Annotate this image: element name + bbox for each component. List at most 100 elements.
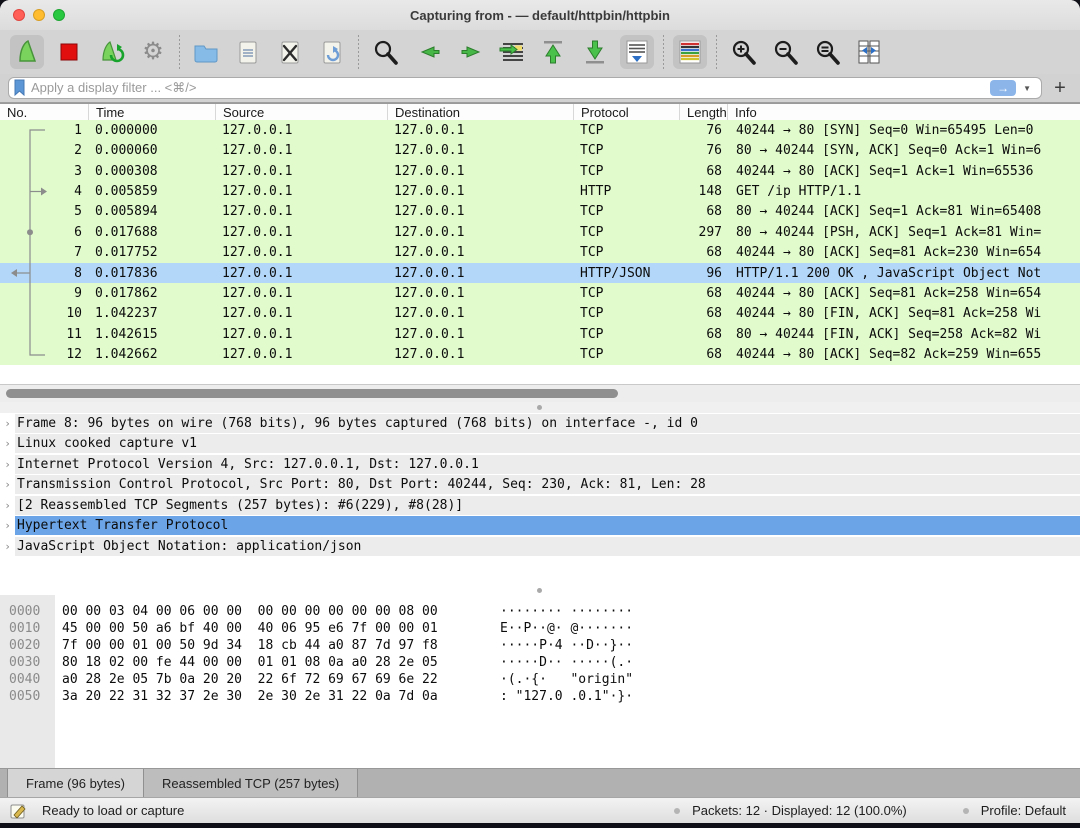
packet-cell-proto: TCP [573,143,679,158]
expand-chevron-icon[interactable]: › [0,417,15,430]
packet-row[interactable]: 60.017688127.0.0.1127.0.0.1TCP29780 → 40… [0,222,1080,242]
packet-row[interactable]: 111.042615127.0.0.1127.0.0.1TCP6880 → 40… [0,324,1080,344]
detail-row[interactable]: ›Frame 8: 96 bytes on wire (768 bits), 9… [0,413,1080,434]
capture-options-icon[interactable]: ⚙ [136,35,170,69]
detail-row[interactable]: ›[2 Reassembled TCP Segments (257 bytes)… [0,495,1080,516]
packet-row[interactable]: 121.042662127.0.0.1127.0.0.1TCP6840244 →… [0,344,1080,364]
apply-filter-button[interactable]: → [990,80,1016,96]
detail-row[interactable]: ›Hypertext Transfer Protocol [0,516,1080,537]
packet-row[interactable]: 30.000308127.0.0.1127.0.0.1TCP6840244 → … [0,161,1080,181]
packet-row[interactable]: 20.000060127.0.0.1127.0.0.1TCP7680 → 402… [0,140,1080,160]
find-packet-icon[interactable] [368,35,402,69]
byte-view-tab[interactable]: Frame (96 bytes) [7,769,144,797]
hex-line[interactable]: 00503a 20 22 31 32 37 2e 30 2e 30 2e 31 … [0,688,1080,705]
zoom-out-icon[interactable] [768,35,802,69]
byte-view-tab[interactable]: Reassembled TCP (257 bytes) [144,769,358,797]
start-capture-icon[interactable] [10,35,44,69]
go-previous-packet-icon[interactable] [410,35,444,69]
detail-row[interactable]: ›JavaScript Object Notation: application… [0,536,1080,557]
packet-cell-dst: 127.0.0.1 [387,143,573,158]
expand-chevron-icon[interactable]: › [0,458,15,471]
packet-cell-src: 127.0.0.1 [215,306,387,321]
status-bar: Ready to load or capture Packets: 12 · D… [0,797,1080,823]
column-header-info[interactable]: Info [727,104,1080,120]
packet-cell-proto: TCP [573,164,679,179]
hex-line[interactable]: 0040 a0 28 2e 05 7b 0a 20 20 22 6f 72 69 … [0,671,1080,688]
detail-row[interactable]: ›Internet Protocol Version 4, Src: 127.0… [0,454,1080,475]
detail-row[interactable]: ›Transmission Control Protocol, Src Port… [0,475,1080,496]
colorize-icon[interactable] [673,35,707,69]
hex-offset: 0010 [9,620,40,637]
minimize-window-button[interactable] [33,9,45,21]
hex-bytes: a0 28 2e 05 7b 0a 20 20 22 6f 72 69 67 6… [62,671,438,688]
packet-cell-info: HTTP/1.1 200 OK , JavaScript Object Not [727,266,1080,281]
packet-cell-info: 80 → 40244 [SYN, ACK] Seq=0 Ack=1 Win=6 [727,143,1080,158]
expert-info-icon[interactable] [10,802,28,820]
packet-cell-len: 68 [679,327,727,342]
profile-label[interactable]: Profile: Default [981,803,1066,818]
packet-cell-info: 40244 → 80 [FIN, ACK] Seq=81 Ack=258 Wi [727,306,1080,321]
packet-list-hscrollbar[interactable] [0,384,1080,402]
column-header-destination[interactable]: Destination [387,104,573,120]
auto-scroll-icon[interactable] [620,35,654,69]
toolbar-separator [358,35,359,69]
close-window-button[interactable] [13,9,25,21]
column-header-time[interactable]: Time [88,104,215,120]
packet-row[interactable]: 70.017752127.0.0.1127.0.0.1TCP6840244 → … [0,242,1080,262]
packet-row[interactable]: 50.005894127.0.0.1127.0.0.1TCP6880 → 402… [0,202,1080,222]
hex-line[interactable]: 001045 00 00 50 a6 bf 40 00 40 06 95 e6 … [0,620,1080,637]
column-header-length[interactable]: Length [679,104,727,120]
hex-offset: 0050 [9,688,40,705]
column-header-no[interactable]: No. [0,104,88,120]
save-file-icon[interactable] [231,35,265,69]
restart-capture-icon[interactable] [94,35,128,69]
packet-row[interactable]: 101.042237127.0.0.1127.0.0.1TCP6840244 →… [0,304,1080,324]
packet-list-header[interactable]: No. Time Source Destination Protocol Len… [0,103,1080,120]
open-file-icon[interactable] [189,35,223,69]
expand-chevron-icon[interactable]: › [0,478,15,491]
filter-bookmark-icon[interactable] [13,79,27,97]
pane-splitter[interactable] [0,402,1080,413]
hex-line[interactable]: 003080 18 02 00 fe 44 00 00 01 01 08 0a … [0,654,1080,671]
packet-cell-src: 127.0.0.1 [215,266,387,281]
detail-row-text: Transmission Control Protocol, Src Port:… [15,475,1080,494]
hex-line[interactable]: 00207f 00 00 01 00 50 9d 34 18 cb 44 a0 … [0,637,1080,654]
close-file-icon[interactable] [273,35,307,69]
expand-chevron-icon[interactable]: › [0,499,15,512]
zoom-reset-icon[interactable] [810,35,844,69]
packet-cell-proto: TCP [573,327,679,342]
packet-cell-len: 68 [679,347,727,362]
packet-row[interactable]: 80.017836127.0.0.1127.0.0.1HTTP/JSON96HT… [0,263,1080,283]
hex-offset: 0040 [9,671,40,688]
packet-row[interactable]: 10.000000127.0.0.1127.0.0.1TCP7640244 → … [0,120,1080,140]
column-header-source[interactable]: Source [215,104,387,120]
filter-dropdown-icon[interactable]: ▼ [1023,84,1031,93]
packet-row[interactable]: 40.005859127.0.0.1127.0.0.1HTTP148GET /i… [0,181,1080,201]
column-header-protocol[interactable]: Protocol [573,104,679,120]
expand-chevron-icon[interactable]: › [0,540,15,553]
zoom-in-icon[interactable] [726,35,760,69]
go-last-packet-icon[interactable] [578,35,612,69]
packet-cell-len: 68 [679,306,727,321]
go-to-packet-icon[interactable] [494,35,528,69]
hscrollbar-thumb[interactable] [6,389,618,398]
display-filter-input[interactable]: Apply a display filter ... <⌘/> → ▼ [8,77,1042,99]
add-filter-button[interactable]: + [1048,77,1072,100]
go-first-packet-icon[interactable] [536,35,570,69]
resize-columns-icon[interactable] [852,35,886,69]
packet-cell-src: 127.0.0.1 [215,347,387,362]
go-next-packet-icon[interactable] [452,35,486,69]
packet-cell-dst: 127.0.0.1 [387,266,573,281]
reload-file-icon[interactable] [315,35,349,69]
pane-splitter[interactable] [0,586,1080,595]
detail-row[interactable]: ›Linux cooked capture v1 [0,434,1080,455]
expand-chevron-icon[interactable]: › [0,437,15,450]
title-bar[interactable]: Capturing from - — default/httpbin/httpb… [0,0,1080,30]
detail-row-text: Frame 8: 96 bytes on wire (768 bits), 96… [15,414,1080,433]
packet-cell-proto: TCP [573,347,679,362]
hex-line[interactable]: 000000 00 03 04 00 06 00 00 00 00 00 00 … [0,603,1080,620]
expand-chevron-icon[interactable]: › [0,519,15,532]
zoom-window-button[interactable] [53,9,65,21]
packet-row[interactable]: 90.017862127.0.0.1127.0.0.1TCP6840244 → … [0,283,1080,303]
stop-capture-icon[interactable] [52,35,86,69]
